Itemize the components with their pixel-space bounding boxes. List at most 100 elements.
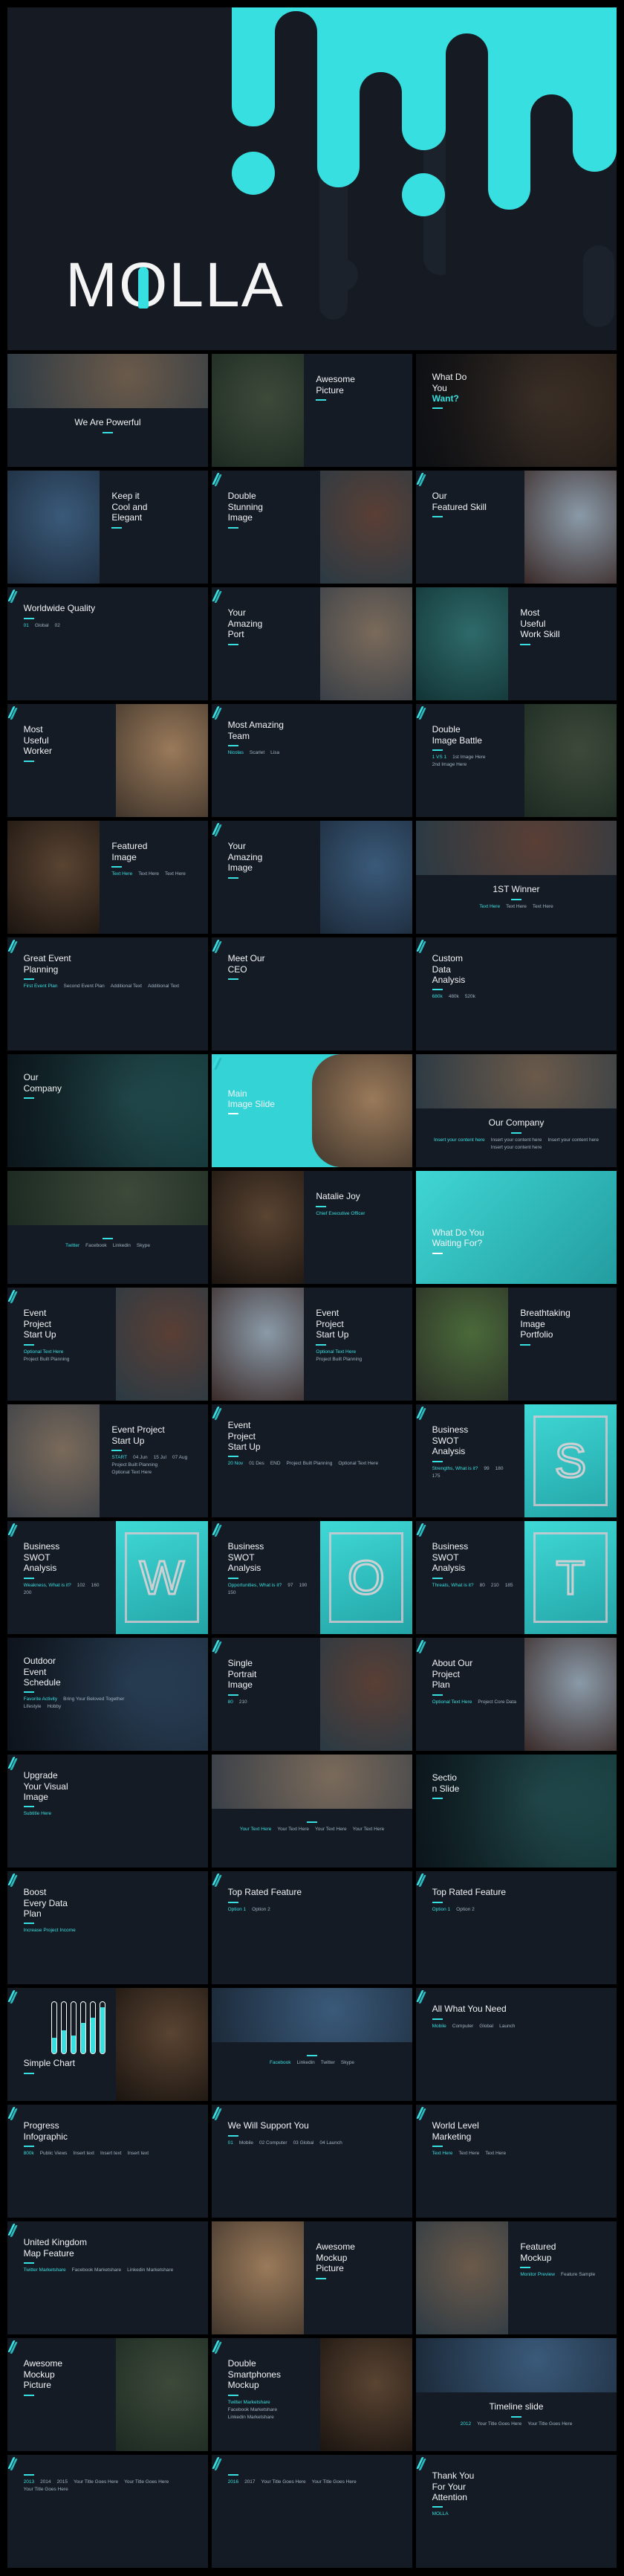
slide-thumbnail[interactable]: Most Useful Work Skill [416,587,617,700]
slide-thumbnail[interactable]: W Business SWOT Analysis Weakness, What is… [7,1521,208,1634]
slide-photo [115,2338,208,2451]
slide-photo [312,1054,412,1167]
slide-label: Public Views [39,2151,68,2157]
slide-thumbnail[interactable]: Thank You For Your Attention MOLLA [416,2455,617,2568]
slide-thumbnail[interactable]: Sectio n Slide [416,1755,617,1868]
slide-thumbnail[interactable]: Timeline slide 2012 Your Title Goes Here Yo… [416,2338,617,2451]
slide-thumbnail[interactable]: Featured Mockup Monitor Preview Feature Sa… [416,2221,617,2334]
slide-thumbnail[interactable]: Upgrade Your Visual Image Subtitle Here [7,1755,208,1868]
slide-text: Simple Chart [23,2058,108,2077]
slide-label: Text Here [506,903,527,909]
slide-thumbnail[interactable]: Awesome Mockup Picture [7,2338,208,2451]
slide-thumbnail[interactable]: Double Smartphones Mockup Twitter Markets… [212,2338,412,2451]
slide-thumbnail[interactable]: Facebook Linkedin Twitter Skype [212,1988,412,2101]
slide-thumbnail[interactable]: Awesome Picture [212,354,412,467]
slide-thumbnail[interactable]: Most Amazing Team Nicolas Scarlet Lisa [212,704,412,817]
slide-thumbnail[interactable]: Great Event Planning First Event Plan Seco… [7,937,208,1050]
slide-labels: Threats, What is it? 80 210 185 [432,1583,516,1588]
slide-thumbnail[interactable]: Breathtaking Image Portfolio [416,1288,617,1401]
slide-thumbnail[interactable]: 2016 2017 Your Title Goes Here Your Title G… [212,2455,412,2568]
slide-thumbnail[interactable]: Keep it Cool and Elegant [7,471,208,584]
slide-title: Timeline slide [489,2401,544,2412]
slide-thumbnail[interactable]: Event Project Start Up 20 Nov 01 Des END Pro… [212,1404,412,1517]
slide-thumbnail[interactable]: United Kingdom Map Feature Twitter Market… [7,2221,208,2334]
slide-thumbnail[interactable]: World Level Marketing Text Here Text Here T… [416,2105,617,2218]
slide-label: Insert your content here [434,1137,485,1143]
slide-thumbnail[interactable]: Outdoor Event Schedule Favorite Activity B… [7,1638,208,1751]
slide-thumbnail[interactable]: What Do You Waiting For? [416,1171,617,1284]
slide-title: 1ST Winner [493,884,540,895]
slide-thumbnail[interactable]: Worldwide Quality 01 Global 02 [7,587,208,700]
slash-logo-icon [212,1056,220,1068]
slide-thumbnail[interactable]: Top Rated Feature Option 1 Option 2 [416,1871,617,1984]
slide-thumbnail[interactable]: Event Project Start Up Optional Text Here… [212,1288,412,1401]
slide-thumbnail[interactable]: Top Rated Feature Option 1 Option 2 [212,1871,412,1984]
accent-divider [520,2267,531,2269]
molla-logo: MOLLA [65,254,285,316]
slide-text: 2016 2017 Your Title Goes Here Your Title G… [227,2470,397,2485]
slide-thumbnail[interactable]: Your Amazing Port [212,587,412,700]
slide-label: Skype [340,2060,354,2066]
slide-thumbnail[interactable]: Our Featured Skill [416,471,617,584]
slide-label: Your Title Goes Here [527,2421,573,2427]
slide-label: Optional Text Here [338,1461,379,1467]
slide-thumbnail[interactable]: S Business SWOT Analysis Strengths, What i… [416,1404,617,1517]
slide-label: 520k [464,994,475,1000]
slide-text: Single Portrait Image 80 210 [227,1658,312,1705]
slide-thumbnail[interactable]: Your Text Here Your Text Here Your Text He… [212,1755,412,1868]
slide-label: Monitor Preview [520,2272,555,2278]
accent-divider [111,526,123,529]
accent-divider [316,2277,327,2279]
slide-thumbnail[interactable]: Featured Image Text Here Text Here Text Her… [7,821,208,934]
slide-thumbnail[interactable]: Double Stunning Image [212,471,412,584]
slide-thumbnail[interactable]: Natalie Joy Chief Executive Officer [212,1171,412,1284]
swot-letter: W [125,1532,199,1623]
slash-logo-icon [7,1873,16,1885]
slide-thumbnail[interactable]: 2013 2014 2015 Your Title Goes Here Your Tit… [7,2455,208,2568]
slide-thumbnail[interactable]: Meet Our CEO [212,937,412,1050]
slide-label: 99 [484,1465,490,1471]
chart-bar [90,2001,97,2054]
accent-divider [111,866,123,868]
slash-logo-icon [212,2457,220,2469]
slide-title: Our Company [23,1072,62,1094]
slide-thumbnail[interactable]: All What You Need Mobile Computer Global Lau… [416,1988,617,2101]
slide-thumbnail[interactable]: Custom Data Analysis 680k 480k 520k [416,937,617,1050]
slide-thumbnail[interactable]: 1ST Winner Text Here Text Here Text Here [416,821,617,934]
slide-thumbnail[interactable]: T Business SWOT Analysis Threats, What is … [416,1521,617,1634]
slide-label: Your Text Here [314,1827,347,1833]
slash-logo-icon [7,1757,16,1769]
slide-thumbnail[interactable]: O Business SWOT Analysis Opportunities, Wh… [212,1521,412,1634]
slide-thumbnail[interactable]: We Will Support You 01 Mobile 02 Computer 03… [212,2105,412,2218]
slide-thumbnail[interactable]: Event Project Start Up START 04 Jun 15 Jul 0… [7,1404,208,1517]
slide-title: Our Company [488,1117,545,1129]
slide-thumbnail[interactable]: Simple Chart [7,1988,208,2101]
slide-thumbnail[interactable]: Twitter Facebook Linkedin Skype [7,1171,208,1284]
slash-logo-icon [416,2457,424,2469]
cover-slide[interactable]: MOLLA [7,7,617,350]
slide-thumbnail[interactable]: Awesome Mockup Picture [212,2221,412,2334]
slash-logo-icon [7,2340,16,2352]
slide-thumbnail[interactable]: Most Useful Worker [7,704,208,817]
slide-text: Great Event Planning First Event Plan Seco… [23,953,192,989]
slide-thumbnail[interactable]: Main Image Slide [212,1054,412,1167]
slide-photo [319,821,412,934]
slide-thumbnail[interactable]: About Our Project Plan Optional Text Here… [416,1638,617,1751]
slide-thumbnail[interactable]: Progress Infographic 800k Public Views Inse… [7,2105,208,2218]
slide-thumbnail[interactable]: What Do You Want? [416,354,617,467]
slide-thumbnail[interactable]: Your Amazing Image [212,821,412,934]
slide-title: Business SWOT Analysis [432,1424,469,1457]
slide-thumbnail[interactable]: Event Project Start Up Optional Text Here… [7,1288,208,1401]
swot-letter: T [533,1532,608,1623]
slide-thumbnail[interactable]: Boost Every Data Plan Increase Project In… [7,1871,208,1984]
slide-thumbnail[interactable]: Single Portrait Image 80 210 [212,1638,412,1751]
slide-label: Skype [136,1243,150,1249]
accent-divider [306,1821,317,1824]
slide-thumbnail[interactable]: Double Image Battle 1 VS 1 1st Image Here 2… [416,704,617,817]
slide-thumbnail[interactable]: We Are Powerful [7,354,208,467]
slide-thumbnail[interactable]: Our Company Insert your content here Inser… [416,1054,617,1167]
slide-label: Project Core Data [478,1699,516,1705]
slash-logo-icon [212,2107,220,2119]
slide-thumbnail[interactable]: Our Company [7,1054,208,1167]
slide-label: Your Title Goes Here [477,2421,522,2427]
